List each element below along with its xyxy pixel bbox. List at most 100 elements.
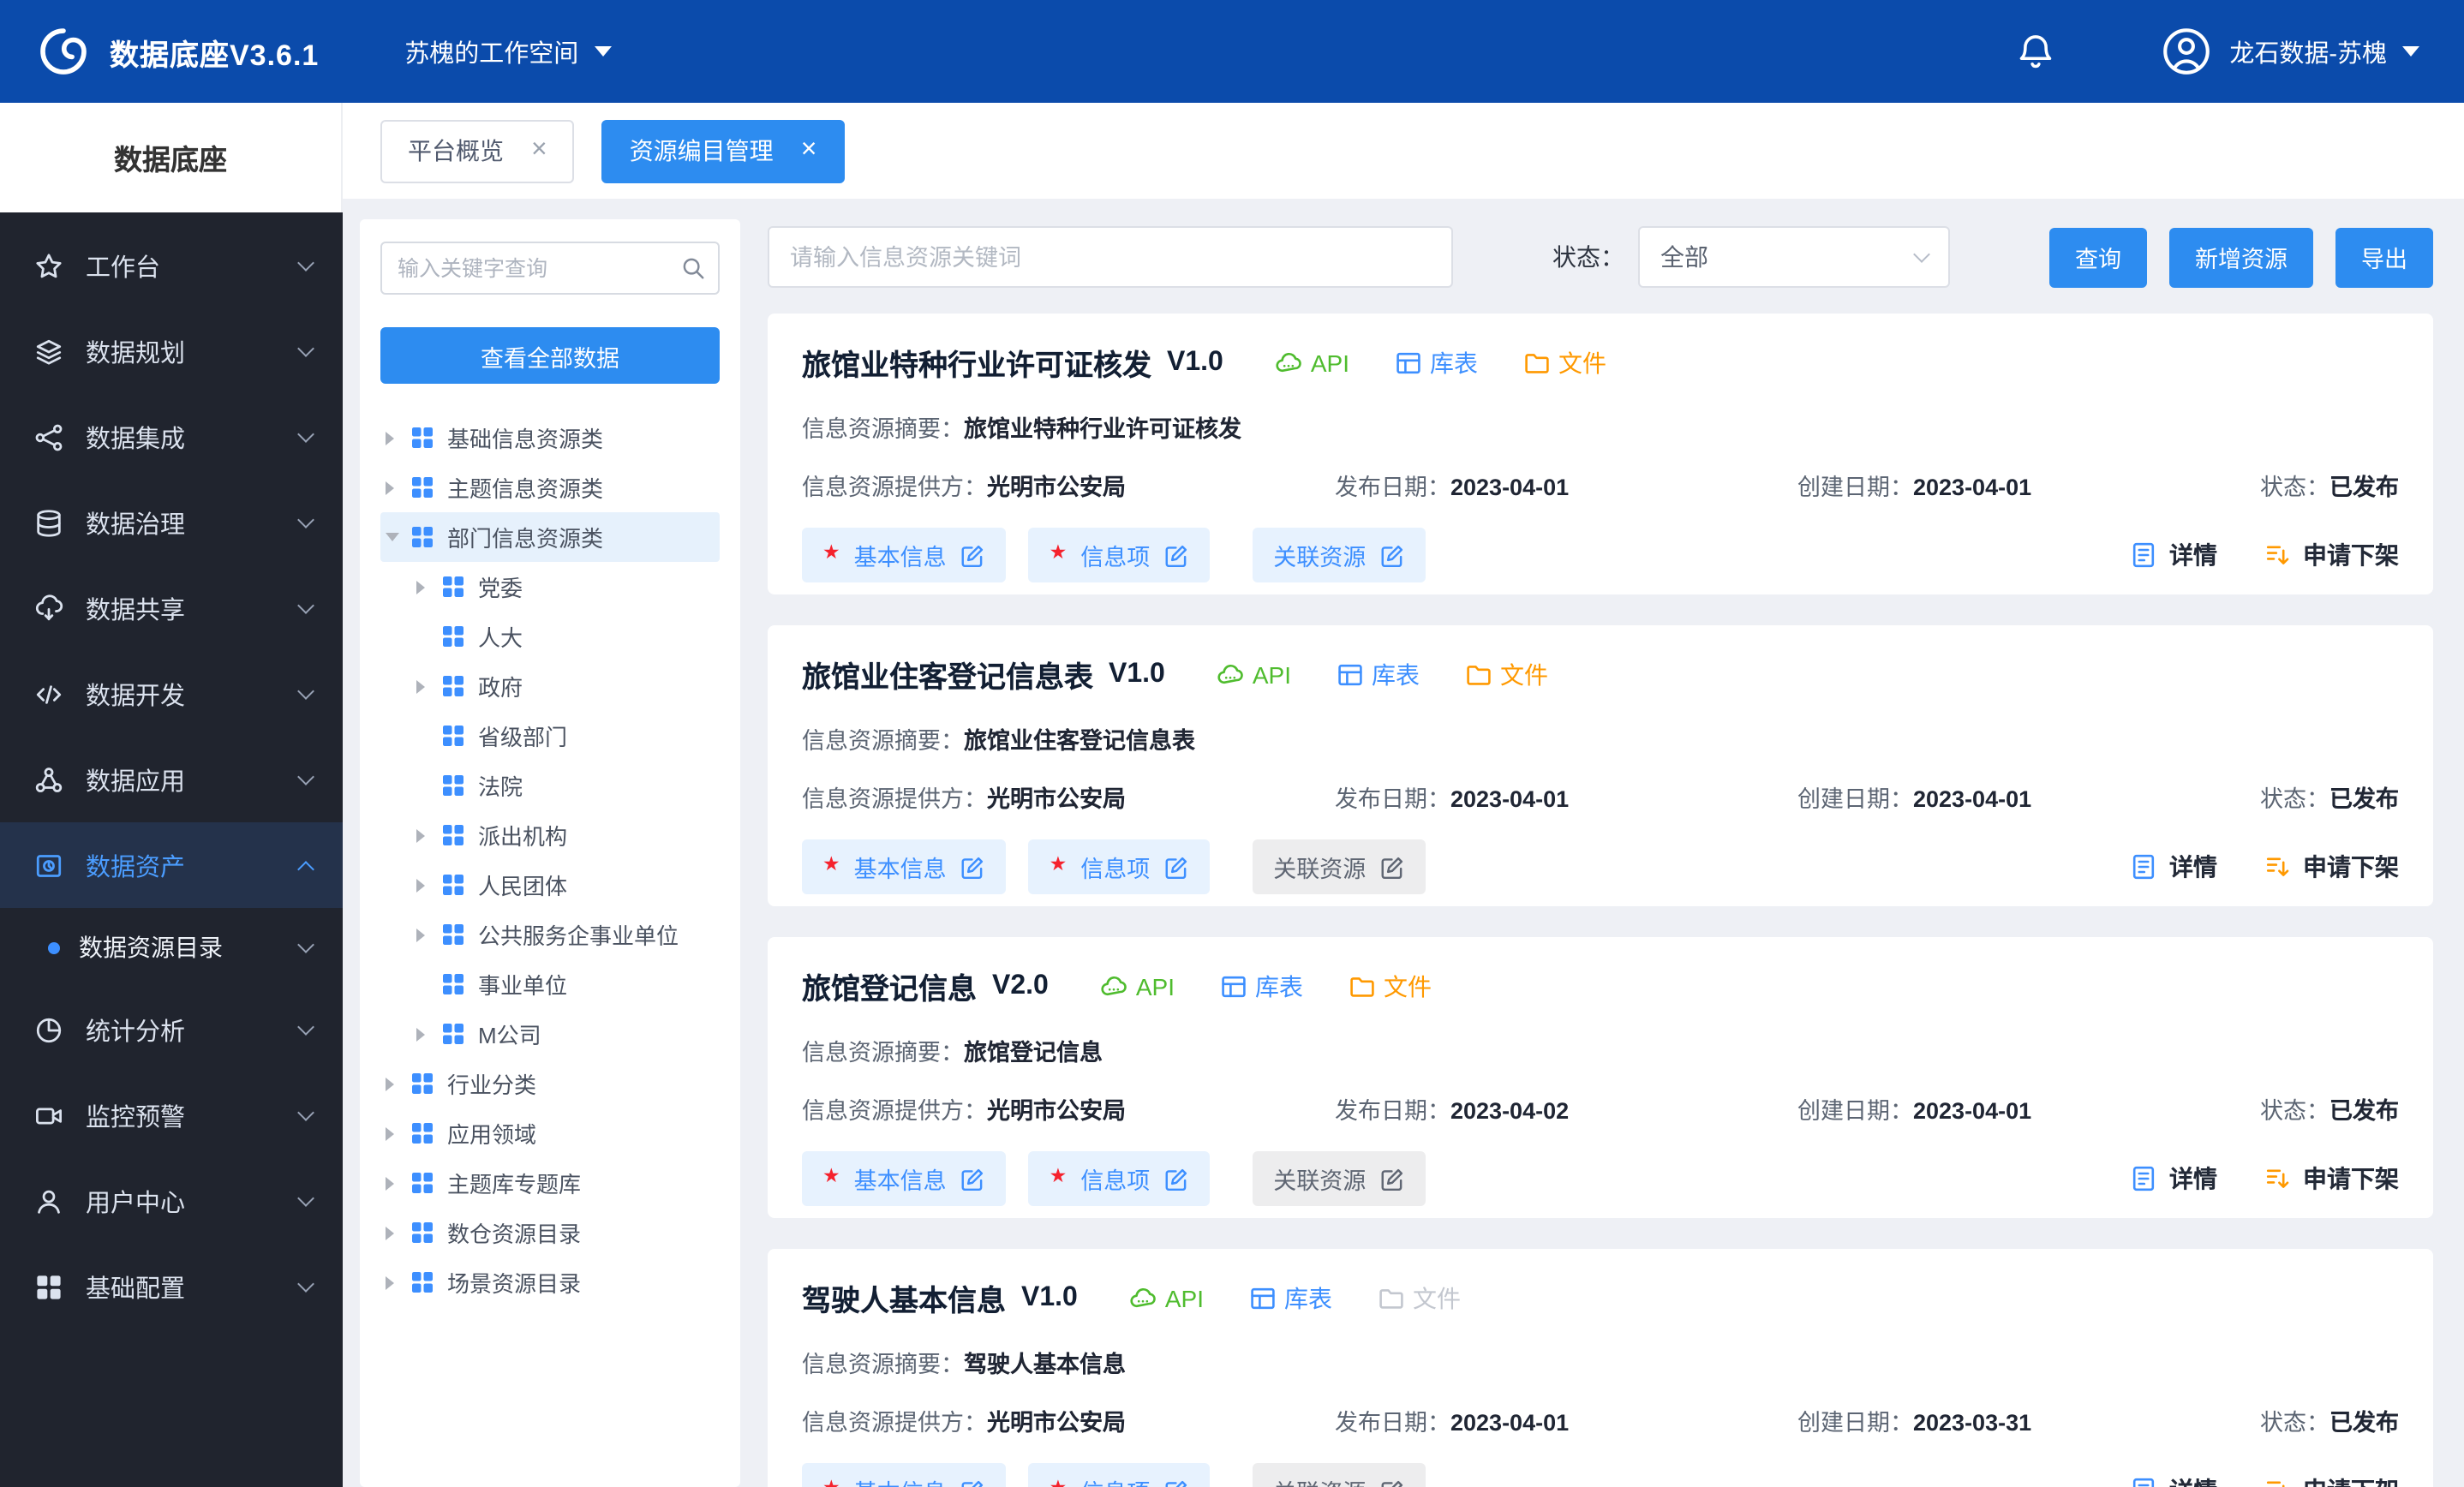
- tree-node[interactable]: 法院: [380, 761, 720, 810]
- sidebar-item-basic-config[interactable]: 基础配置: [0, 1244, 343, 1329]
- tree-node[interactable]: 场景资源目录: [380, 1257, 720, 1307]
- expand-arrow-icon[interactable]: [386, 1275, 394, 1289]
- tag-file-disabled: 文件: [1377, 1281, 1461, 1315]
- expand-arrow-icon[interactable]: [416, 1027, 425, 1041]
- close-icon[interactable]: ×: [801, 137, 817, 164]
- sidebar-item-data-sharing[interactable]: 数据共享: [0, 565, 343, 651]
- request-offline-link[interactable]: 申请下架: [2264, 1473, 2399, 1487]
- detail-link[interactable]: 详情: [2130, 538, 2217, 572]
- detail-link[interactable]: 详情: [2130, 1162, 2217, 1196]
- tree-node-selected[interactable]: 部门信息资源类: [380, 512, 720, 562]
- linked-resources-button[interactable]: 关联资源: [1253, 1463, 1426, 1487]
- user-icon: [34, 1186, 63, 1215]
- close-icon[interactable]: ×: [531, 137, 547, 164]
- tree-node[interactable]: 公共服务企事业单位: [380, 910, 720, 959]
- sidebar-item-monitoring[interactable]: 监控预警: [0, 1072, 343, 1158]
- search-icon[interactable]: [667, 243, 718, 293]
- publish-date-value: 2023-04-01: [1450, 786, 1569, 812]
- tree-node[interactable]: 党委: [380, 562, 720, 612]
- resource-search-input[interactable]: [769, 244, 1451, 270]
- card-header: 旅馆登记信息 V2.0 API 库表 文件: [802, 964, 2399, 1007]
- card-header: 旅馆业住客登记信息表 V1.0 API 库表 文件: [802, 653, 2399, 696]
- resource-card: 旅馆登记信息 V2.0 API 库表 文件 信息资源摘要： 旅馆登记信息 信息资…: [768, 937, 2433, 1218]
- tree-node[interactable]: 政府: [380, 661, 720, 711]
- create-date-value: 2023-04-01: [1913, 786, 2031, 812]
- status-select[interactable]: 全部: [1638, 226, 1950, 288]
- sidebar-subitem-data-resource-catalog[interactable]: 数据资源目录: [0, 908, 343, 987]
- collapse-arrow-icon[interactable]: [386, 533, 399, 541]
- sidebar-item-data-application[interactable]: 数据应用: [0, 737, 343, 822]
- sidebar-item-data-governance[interactable]: 数据治理: [0, 480, 343, 565]
- info-items-button[interactable]: ★信息项: [1029, 1151, 1211, 1206]
- tree-node[interactable]: 省级部门: [380, 711, 720, 761]
- expand-arrow-icon[interactable]: [386, 481, 394, 494]
- detail-link[interactable]: 详情: [2130, 1473, 2217, 1487]
- basic-info-button[interactable]: ★基本信息: [802, 1151, 1007, 1206]
- category-grid-icon: [410, 1170, 435, 1196]
- tree-node[interactable]: M公司: [380, 1009, 720, 1059]
- expand-arrow-icon[interactable]: [416, 928, 425, 941]
- card-links: 详情 申请下架: [2130, 538, 2399, 572]
- caret-down-icon: [2402, 46, 2419, 57]
- user-avatar-icon[interactable]: [2161, 26, 2212, 77]
- expand-arrow-icon[interactable]: [386, 1077, 394, 1090]
- edit-icon: [960, 542, 986, 568]
- tree-node[interactable]: 基础信息资源类: [380, 413, 720, 463]
- tree-node[interactable]: 人大: [380, 612, 720, 661]
- info-items-button[interactable]: ★信息项: [1029, 839, 1211, 894]
- expand-arrow-icon[interactable]: [386, 1176, 394, 1190]
- required-star-icon: ★: [1050, 546, 1068, 565]
- basic-info-button[interactable]: ★基本信息: [802, 528, 1007, 582]
- expand-arrow-icon[interactable]: [386, 1226, 394, 1239]
- basic-info-button[interactable]: ★基本信息: [802, 1463, 1007, 1487]
- linked-resources-button[interactable]: 关联资源: [1253, 839, 1426, 894]
- tree-node[interactable]: 人民团体: [380, 860, 720, 910]
- sidebar-item-data-assets[interactable]: 数据资产: [0, 822, 343, 908]
- linked-resources-button[interactable]: 关联资源: [1253, 1151, 1426, 1206]
- sidebar-item-workbench[interactable]: 工作台: [0, 223, 343, 308]
- workspace-switcher[interactable]: 苏槐的工作空间: [404, 33, 611, 69]
- sidebar-item-statistics[interactable]: 统计分析: [0, 987, 343, 1072]
- chevron-down-icon: [297, 511, 314, 528]
- expand-arrow-icon[interactable]: [386, 1126, 394, 1140]
- basic-info-button[interactable]: ★基本信息: [802, 839, 1007, 894]
- tree-node[interactable]: 事业单位: [380, 959, 720, 1009]
- tree-node[interactable]: 主题库专题库: [380, 1158, 720, 1208]
- request-offline-link[interactable]: 申请下架: [2264, 1162, 2399, 1196]
- notifications-bell-icon[interactable]: [2017, 33, 2054, 70]
- sidebar-item-data-planning[interactable]: 数据规划: [0, 308, 343, 394]
- user-menu[interactable]: 龙石数据-苏槐: [2229, 33, 2419, 69]
- edit-icon: [1163, 1166, 1189, 1191]
- sidebar-item-data-integration[interactable]: 数据集成: [0, 394, 343, 480]
- tree-node[interactable]: 数仓资源目录: [380, 1208, 720, 1257]
- bullet-dot-icon: [48, 941, 60, 953]
- request-offline-link[interactable]: 申请下架: [2264, 538, 2399, 572]
- view-all-data-button[interactable]: 查看全部数据: [380, 327, 720, 384]
- tree-node[interactable]: 派出机构: [380, 810, 720, 860]
- category-grid-icon: [440, 822, 466, 848]
- expand-arrow-icon[interactable]: [416, 828, 425, 842]
- tab-resource-catalog-management[interactable]: 资源编目管理 ×: [602, 119, 845, 182]
- export-button[interactable]: 导出: [2335, 227, 2433, 287]
- expand-arrow-icon[interactable]: [416, 580, 425, 594]
- resource-version: V1.0: [1021, 1282, 1078, 1313]
- sidebar-item-label: 数据共享: [86, 590, 185, 626]
- tab-platform-overview[interactable]: 平台概览 ×: [380, 119, 575, 182]
- expand-arrow-icon[interactable]: [416, 878, 425, 892]
- info-items-button[interactable]: ★信息项: [1029, 528, 1211, 582]
- expand-arrow-icon[interactable]: [416, 679, 425, 693]
- tree-search-input[interactable]: [382, 256, 667, 280]
- detail-link[interactable]: 详情: [2130, 850, 2217, 884]
- linked-resources-button[interactable]: 关联资源: [1253, 528, 1426, 582]
- tree-node[interactable]: 行业分类: [380, 1059, 720, 1108]
- tree-node[interactable]: 应用领域: [380, 1108, 720, 1158]
- chevron-down-icon: [297, 1103, 314, 1120]
- sidebar-item-data-development[interactable]: 数据开发: [0, 651, 343, 737]
- request-offline-link[interactable]: 申请下架: [2264, 850, 2399, 884]
- expand-arrow-icon[interactable]: [386, 431, 394, 445]
- add-resource-button[interactable]: 新增资源: [2169, 227, 2313, 287]
- sidebar-item-user-center[interactable]: 用户中心: [0, 1158, 343, 1244]
- info-items-button[interactable]: ★信息项: [1029, 1463, 1211, 1487]
- query-button[interactable]: 查询: [2049, 227, 2147, 287]
- tree-node[interactable]: 主题信息资源类: [380, 463, 720, 512]
